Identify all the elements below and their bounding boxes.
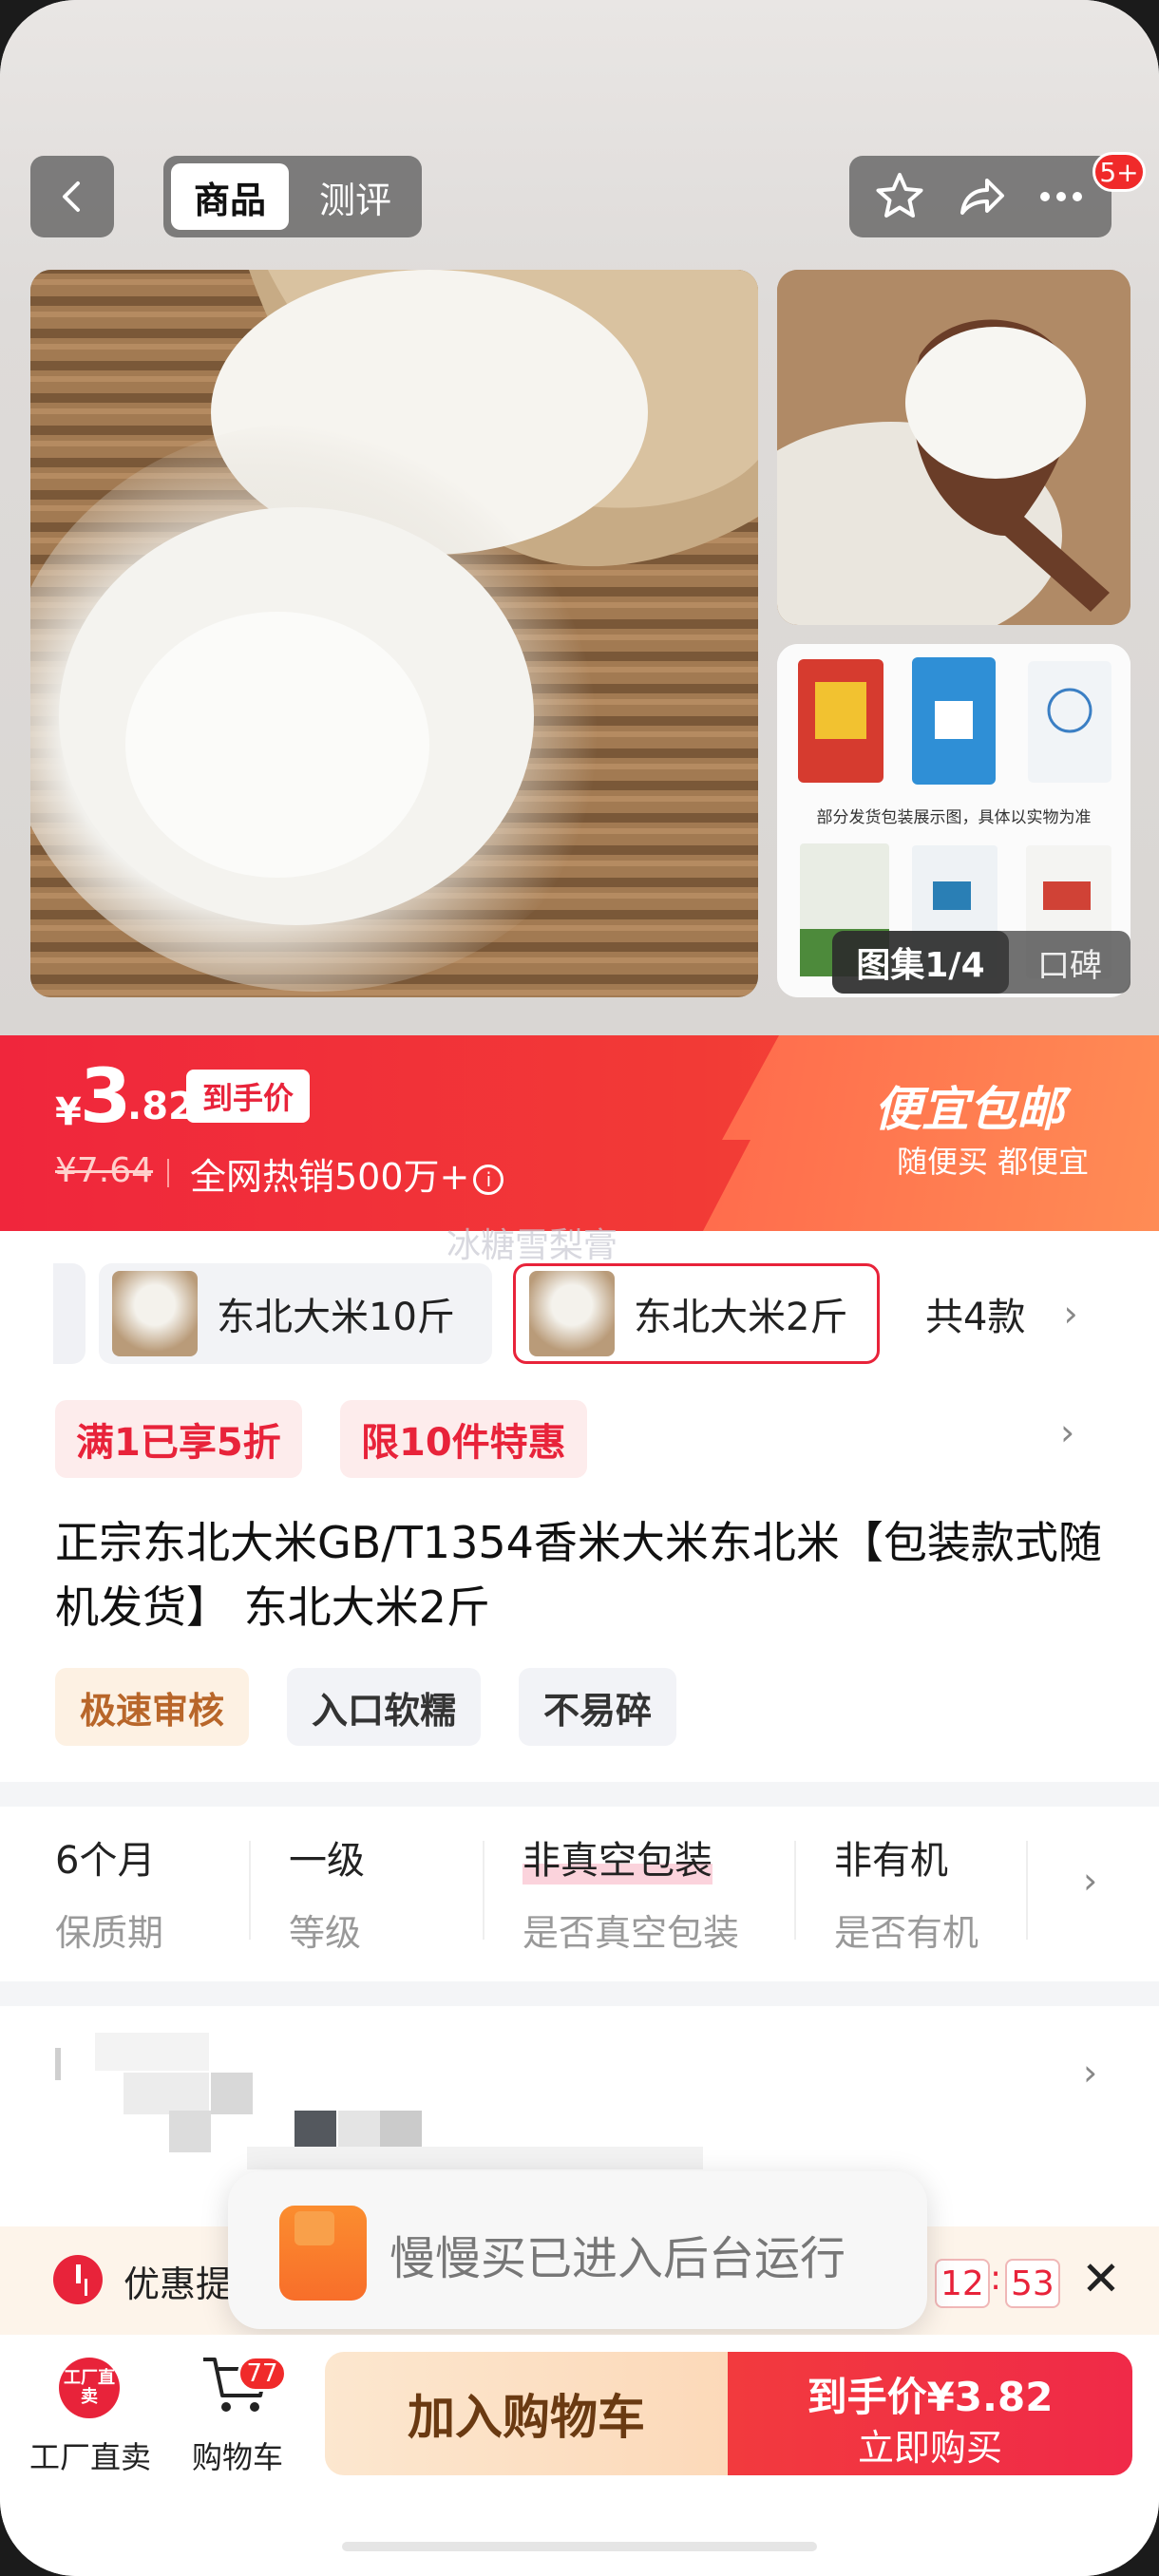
factory-label: 工厂直卖 <box>28 2439 151 2475</box>
variant-prev-stub[interactable] <box>53 1263 86 1364</box>
info-icon[interactable]: i <box>473 1164 504 1195</box>
attribute-key: 是否真空包装 <box>522 1912 740 1954</box>
notice-label: 优惠提 <box>124 2263 233 2305</box>
gallery-counter-label: 图集1/4 <box>832 931 1009 994</box>
variant-selector: 东北大米10斤 东北大米2斤 共4款 › <box>0 1263 1159 1368</box>
limit-chip[interactable]: 限10件特惠 <box>340 1400 587 1478</box>
hot-sales[interactable]: 全网热销500万+ i <box>190 1147 504 1200</box>
toast-message: 慢慢买已进入后台运行 <box>390 2232 846 2285</box>
attribute-row[interactable]: 6个月 保质期 一级 等级 非真空包装 是否真空包装 非有机 是否有机 › <box>0 1810 1159 1972</box>
bottom-action-bar: 工厂直卖 工厂直卖 77 购物车 加入购物车 到手价¥3.82 立即购买 <box>0 2335 1159 2576</box>
header-actions <box>849 156 1112 237</box>
hot-sales-text: 全网热销500万+ <box>190 1156 470 1198</box>
price-currency: ¥ <box>55 1090 82 1134</box>
tab-product[interactable]: 商品 <box>171 163 289 230</box>
top-bar: 商品 测评 5+ <box>0 152 1159 237</box>
watermark: 冰糖雪梨膏 <box>446 1226 618 1265</box>
attribute-key: 等级 <box>289 1912 362 1954</box>
discount-chip[interactable]: 满1已享5折 <box>55 1400 302 1478</box>
variant-more-button[interactable]: 共4款 › <box>925 1263 1078 1364</box>
attribute-value: 一级 <box>289 1839 365 1883</box>
buy-now-price: 到手价¥3.82 <box>807 2374 1054 2420</box>
product-image-main[interactable] <box>30 270 758 997</box>
chevron-right-icon: › <box>1063 1293 1078 1335</box>
product-image-spoon[interactable] <box>777 270 1130 625</box>
more-badge: 5+ <box>1092 152 1146 192</box>
back-button[interactable] <box>30 156 114 237</box>
variant-count: 共4款 <box>925 1296 1026 1339</box>
buy-now-button[interactable]: 到手价¥3.82 立即购买 <box>728 2352 1132 2475</box>
final-price-tag: 到手价 <box>186 1070 310 1123</box>
timer-separator: : <box>990 2259 1002 2298</box>
timer-seconds: 53 <box>1005 2259 1060 2308</box>
variant-label: 东北大米2斤 <box>634 1296 848 1339</box>
attribute-separator <box>483 1841 484 1940</box>
price-separator <box>167 1159 169 1187</box>
chevron-right-icon[interactable]: › <box>1060 1411 1074 1453</box>
product-title: 正宗东北大米GB/T1354香米大米东北米【包装款式随机发货】 东北大米2斤 <box>55 1517 1102 1633</box>
tab-review[interactable]: 测评 <box>296 163 414 230</box>
attribute-separator <box>249 1841 251 1940</box>
chevron-right-icon: › <box>1083 1860 1098 1902</box>
variant-option[interactable]: 东北大米10斤 <box>99 1263 492 1364</box>
variant-thumbnail <box>529 1271 615 1356</box>
original-price: ¥7.64 <box>55 1151 154 1190</box>
clock-icon <box>53 2255 103 2304</box>
rice-spoon-image <box>777 270 1130 625</box>
tag-soft: 入口软糯 <box>287 1668 482 1746</box>
cart-label: 购物车 <box>191 2439 283 2475</box>
chevron-right-icon: › <box>1083 2052 1098 2093</box>
close-icon[interactable]: ✕ <box>1081 2251 1121 2306</box>
promo-title: 便宜包邮 <box>874 1082 1064 1137</box>
share-icon[interactable] <box>953 169 1008 224</box>
attribute-key: 是否有机 <box>834 1912 979 1954</box>
factory-icon: 工厂直卖 <box>59 2358 120 2418</box>
section-divider <box>0 1981 1159 2006</box>
tag-fast-review: 极速审核 <box>55 1668 250 1746</box>
promo-subtitle: 随便买 都便宜 <box>897 1144 1090 1180</box>
more-icon[interactable] <box>1034 169 1089 224</box>
price-decimal: .82 <box>127 1085 195 1128</box>
star-icon[interactable] <box>872 169 927 224</box>
packaging-caption: 部分发货包装展示图，具体以实物为准 <box>816 808 1092 827</box>
price-integer: 3 <box>80 1054 132 1140</box>
variant-label: 东北大米10斤 <box>217 1296 455 1339</box>
background-toast: 慢慢买已进入后台运行 <box>228 2171 927 2329</box>
add-to-cart-button[interactable]: 加入购物车 <box>325 2352 728 2475</box>
tab-switcher: 商品 测评 <box>163 156 422 237</box>
attribute-value: 非真空包装 <box>522 1829 712 1885</box>
chevron-left-icon <box>63 181 80 212</box>
reviews-tab[interactable]: 口碑 <box>1009 939 1130 986</box>
phone-screen: 商品 测评 5+ 部分发货包装展示图，具体以实物为准 图集1/4 口碑 ¥ 3 … <box>0 0 1159 2576</box>
cart-badge: 77 <box>238 2356 287 2392</box>
attribute-separator <box>794 1841 796 1940</box>
variant-option-selected[interactable]: 东北大米2斤 <box>513 1263 880 1364</box>
rice-on-bamboo-image <box>30 270 758 997</box>
attribute-separator <box>1026 1841 1028 1940</box>
section-divider <box>0 1782 1159 1807</box>
attribute-value: 6个月 <box>55 1839 156 1883</box>
variant-thumbnail <box>112 1271 198 1356</box>
gallery-counter[interactable]: 图集1/4 口碑 <box>832 931 1130 994</box>
home-indicator[interactable] <box>342 2542 817 2551</box>
app-icon <box>279 2206 367 2301</box>
attribute-key: 保质期 <box>55 1912 164 1954</box>
timer-minutes: 12 <box>935 2259 990 2308</box>
buy-now-label: 立即购买 <box>857 2427 1002 2469</box>
tag-unbreakable: 不易碎 <box>519 1668 677 1746</box>
attribute-value: 非有机 <box>834 1839 948 1883</box>
